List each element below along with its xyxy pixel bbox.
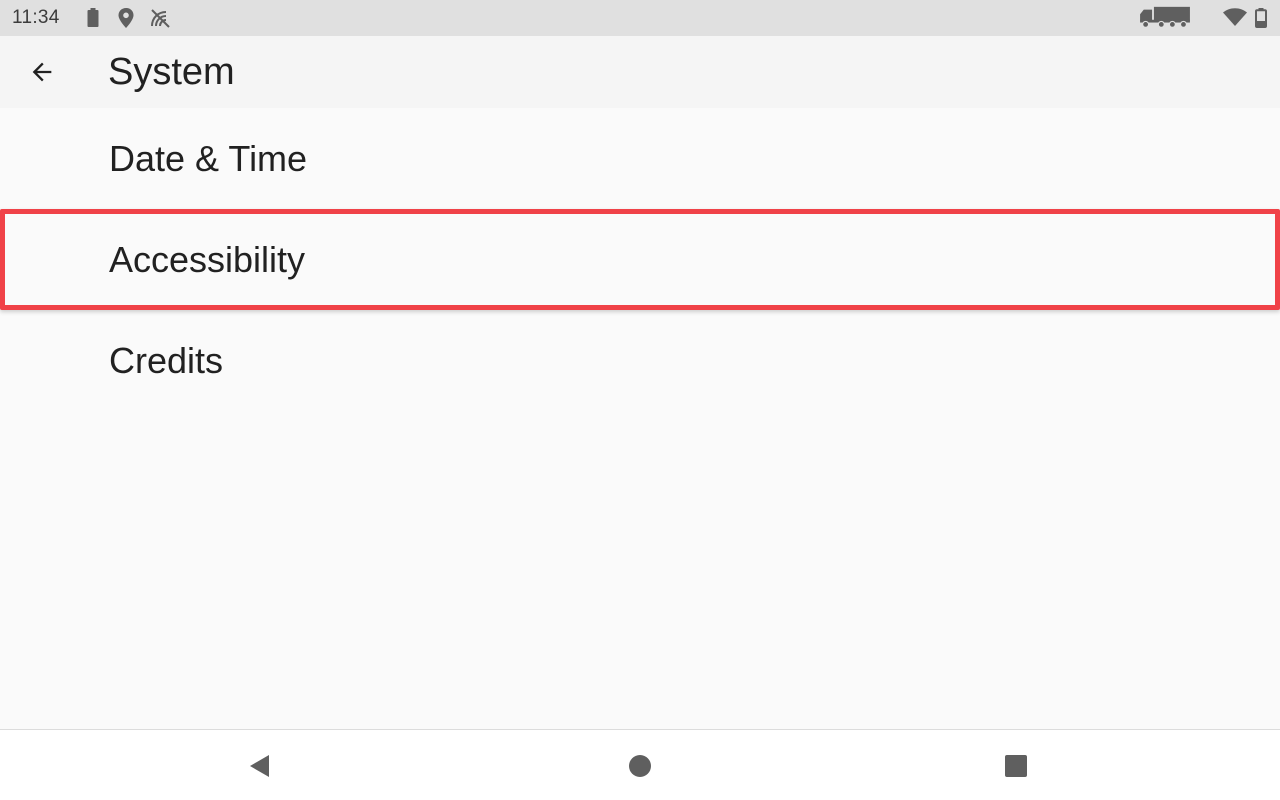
battery-icon xyxy=(87,8,99,27)
back-triangle-icon xyxy=(250,755,269,777)
location-pin-icon xyxy=(118,8,134,28)
nav-recents-button[interactable] xyxy=(994,744,1038,788)
list-item-label: Accessibility xyxy=(109,238,306,280)
list-item-accessibility[interactable]: Accessibility xyxy=(0,209,1280,310)
wifi-icon xyxy=(1223,8,1247,26)
status-bar: 11:34 xyxy=(0,0,1280,36)
arrow-left-icon xyxy=(32,62,52,82)
settings-list: Date & Time Accessibility Credits xyxy=(0,108,1280,411)
nav-back-button[interactable] xyxy=(238,744,282,788)
recents-square-icon xyxy=(1005,755,1027,777)
nav-bar xyxy=(0,729,1280,800)
list-item-label: Credits xyxy=(109,339,224,381)
list-item-date-time[interactable]: Date & Time xyxy=(0,108,1280,209)
status-time: 11:34 xyxy=(12,7,60,28)
home-circle-icon xyxy=(629,755,651,777)
page-title: System xyxy=(108,51,235,93)
no-satellite-icon xyxy=(151,9,170,28)
battery-icon xyxy=(1255,8,1267,28)
truck-icon xyxy=(1140,6,1190,28)
back-button[interactable] xyxy=(18,48,66,96)
nav-home-button[interactable] xyxy=(618,744,662,788)
screen: 11:34 System Date & Time Accessibility C… xyxy=(0,0,1280,800)
app-bar: System xyxy=(0,36,1280,108)
list-item-label: Date & Time xyxy=(109,137,308,179)
list-item-credits[interactable]: Credits xyxy=(0,310,1280,411)
